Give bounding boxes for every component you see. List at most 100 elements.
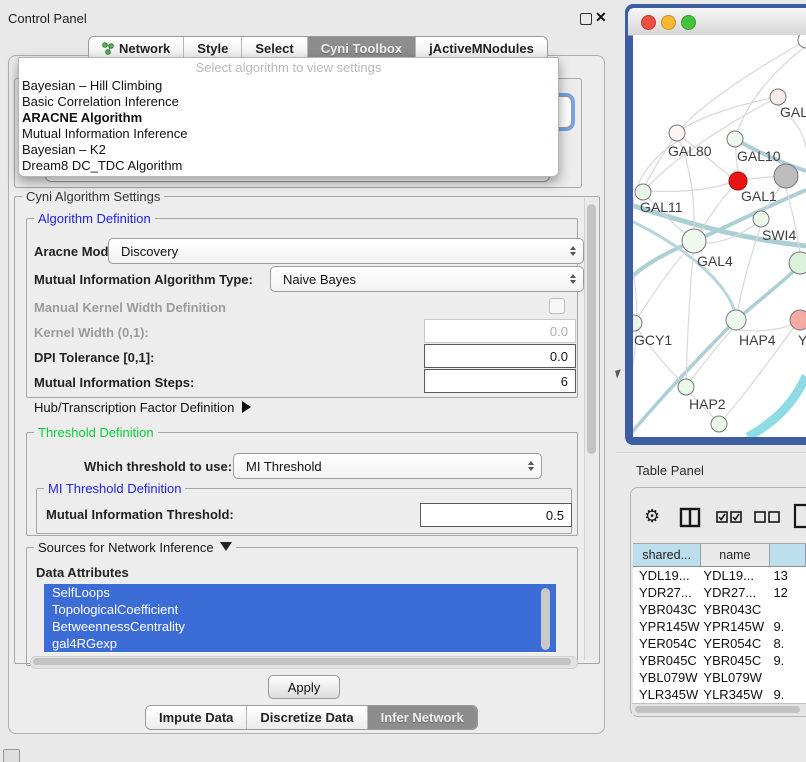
- screen: Control Panel ✕ NetworkStyleSelectCyni T…: [0, 0, 806, 762]
- deselect-checkboxes-icon[interactable]: [754, 511, 780, 524]
- table-row[interactable]: YPR145WYPR145W9.: [633, 618, 806, 635]
- dock-panel-icon[interactable]: [3, 749, 20, 762]
- network-node-gal80[interactable]: [669, 125, 685, 141]
- table-cell: YBR043C: [633, 601, 701, 618]
- network-edge[interactable]: [651, 183, 730, 191]
- table-hscrollbar-thumb[interactable]: [635, 706, 800, 713]
- network-node-gal4[interactable]: [682, 229, 706, 253]
- dpi-tolerance-label: DPI Tolerance [0,1]:: [34, 350, 154, 366]
- column-header-hidden[interactable]: [770, 544, 806, 566]
- network-node-hap4[interactable]: [726, 310, 746, 330]
- table-row[interactable]: YER054CYER054C8.: [633, 635, 806, 652]
- settings-scrollbar-thumb[interactable]: [587, 204, 596, 454]
- settings-scrollbar-track[interactable]: [584, 198, 598, 660]
- list-item[interactable]: TopologicalCoefficient: [44, 601, 556, 618]
- dropdown-item[interactable]: Basic Correlation Inference: [19, 94, 558, 110]
- attributes-hscrollbar-track[interactable]: [30, 656, 578, 669]
- data-attributes-list[interactable]: SelfLoopsTopologicalCoefficientBetweenne…: [44, 584, 556, 653]
- list-item[interactable]: SelfLoops: [44, 584, 556, 601]
- node-label: GAL10: [737, 148, 781, 164]
- network-edge[interactable]: [736, 228, 760, 320]
- network-edge[interactable]: [748, 376, 806, 437]
- manual-kernel-checkbox[interactable]: [549, 298, 565, 314]
- network-node-gal10[interactable]: [727, 131, 743, 147]
- table-row[interactable]: YBR043CYBR043C: [633, 601, 806, 618]
- network-graph[interactable]: GALGAL80GAL10GAL1GAL11SWI4GAL4GCY1HAP4YH…: [633, 35, 806, 437]
- network-edge[interactable]: [735, 46, 806, 139]
- list-item[interactable]: gal4RGexp: [44, 635, 556, 652]
- hub-definition-toggle[interactable]: Hub/Transcription Factor Definition: [34, 400, 251, 416]
- network-edge[interactable]: [645, 133, 677, 186]
- network-node[interactable]: [711, 416, 727, 432]
- dropdown-item[interactable]: Bayesian – Hill Climbing: [19, 78, 558, 94]
- table-row[interactable]: YLR345WYLR345W9.: [633, 686, 806, 703]
- network-node-y[interactable]: [790, 310, 806, 330]
- tab-label: Style: [197, 41, 228, 56]
- minimize-traffic-light-icon[interactable]: [661, 15, 676, 30]
- table-cell: 9.: [769, 652, 806, 669]
- dpi-tolerance-input[interactable]: 0.0: [424, 344, 576, 368]
- zoom-traffic-light-icon[interactable]: [681, 15, 696, 30]
- network-node[interactable]: [789, 252, 806, 274]
- column-header-shared...[interactable]: shared...: [633, 544, 701, 566]
- sources-title[interactable]: Sources for Network Inference: [34, 540, 236, 555]
- network-canvas[interactable]: GALGAL80GAL10GAL1GAL11SWI4GAL4GCY1HAP4YH…: [633, 35, 806, 437]
- attributes-hscrollbar-thumb[interactable]: [33, 658, 571, 665]
- network-node-swi4[interactable]: [753, 211, 769, 227]
- table-row[interactable]: YDL19...YDL19...13: [633, 567, 806, 584]
- node-label: Y: [798, 332, 806, 348]
- tab-label: Infer Network: [381, 710, 464, 725]
- table-cell: 8.: [769, 635, 806, 652]
- which-threshold-combobox[interactable]: MI Threshold: [233, 453, 542, 479]
- mi-steps-input[interactable]: 6: [424, 369, 576, 393]
- mouse-cursor: [615, 369, 623, 378]
- kernel-width-input[interactable]: 0.0: [424, 319, 576, 343]
- mi-threshold-input[interactable]: 0.5: [420, 503, 572, 527]
- network-node-gcy1[interactable]: [633, 315, 642, 331]
- column-header-name[interactable]: name: [701, 544, 769, 566]
- algorithm-definition-title: Algorithm Definition: [34, 211, 155, 226]
- split-columns-icon[interactable]: [679, 507, 701, 528]
- table-row[interactable]: YDR27...YDR27...12: [633, 584, 806, 601]
- document-icon[interactable]: [793, 503, 806, 529]
- attributes-scrollbar-thumb[interactable]: [541, 588, 550, 650]
- network-edge[interactable]: [677, 97, 778, 133]
- table-cell: YBL079W: [701, 669, 769, 686]
- network-node-gal11[interactable]: [635, 184, 651, 200]
- tab-discretize-data[interactable]: Discretize Data: [247, 706, 367, 729]
- table-cell: YDL19...: [633, 567, 701, 584]
- tab-infer-network[interactable]: Infer Network: [368, 706, 477, 729]
- table-row[interactable]: YBL079WYBL079W: [633, 669, 806, 686]
- table-row[interactable]: YBR045CYBR045C9.: [633, 652, 806, 669]
- aracne-mode-combobox[interactable]: Discovery: [108, 238, 584, 264]
- mi-threshold-title: MI Threshold Definition: [44, 481, 185, 496]
- dropdown-item[interactable]: Mutual Information Inference: [19, 126, 558, 142]
- close-traffic-light-icon[interactable]: [641, 15, 656, 30]
- list-item[interactable]: BetweennessCentrality: [44, 618, 556, 635]
- tab-label: Select: [255, 41, 293, 56]
- dropdown-item[interactable]: Bayesian – K2: [19, 142, 558, 158]
- network-window-titlebar[interactable]: [628, 8, 806, 36]
- close-icon[interactable]: ✕: [595, 9, 607, 26]
- apply-button[interactable]: Apply: [268, 675, 340, 699]
- network-node[interactable]: [774, 164, 798, 188]
- tab-impute-data[interactable]: Impute Data: [146, 706, 247, 729]
- network-edge[interactable]: [686, 328, 733, 387]
- node-label: GAL1: [741, 188, 777, 204]
- network-node-gal[interactable]: [770, 89, 786, 105]
- select-all-checkboxes-icon[interactable]: [716, 511, 742, 524]
- network-node-hap2[interactable]: [678, 379, 694, 395]
- gear-icon[interactable]: ⚙: [644, 506, 660, 527]
- tab-label: Cyni Toolbox: [321, 41, 402, 56]
- network-edge[interactable]: [634, 249, 689, 323]
- dropdown-item[interactable]: Dream8 DC_TDC Algorithm: [19, 158, 558, 174]
- table-hscrollbar-track[interactable]: [632, 703, 806, 715]
- network-edge[interactable]: [746, 176, 777, 179]
- table-cell: YPR145W: [701, 618, 769, 635]
- tab-label: Impute Data: [159, 710, 233, 725]
- dropdown-item[interactable]: ARACNE Algorithm: [19, 110, 558, 126]
- mi-type-combobox[interactable]: Naive Bayes: [270, 266, 584, 292]
- float-window-icon[interactable]: [580, 13, 592, 25]
- table-cell: YBR043C: [701, 601, 769, 618]
- network-node[interactable]: [798, 35, 806, 48]
